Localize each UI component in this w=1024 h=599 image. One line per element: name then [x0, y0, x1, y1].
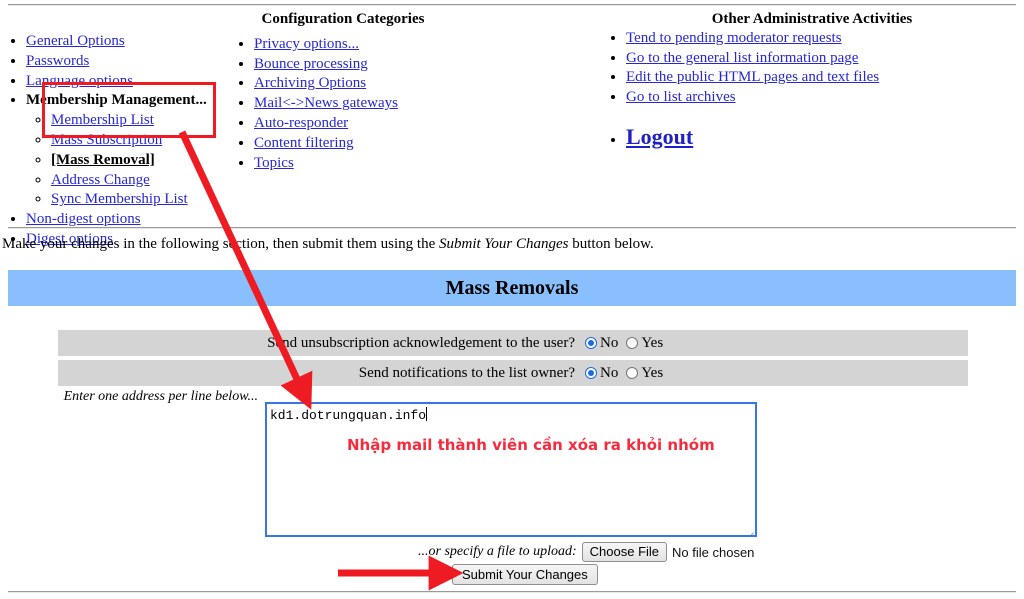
file-upload-label: ...or specify a file to upload:: [418, 544, 577, 559]
link-content-filtering[interactable]: Content filtering: [254, 135, 354, 151]
label-membership-management: Membership Management...: [26, 92, 207, 109]
link-membership-list[interactable]: Membership List: [51, 112, 154, 128]
address-entry-label: Enter one address per line below...: [63, 389, 258, 404]
nav-item-content-filtering[interactable]: Content filtering: [254, 134, 458, 154]
nav-item-passwords[interactable]: Passwords: [26, 52, 230, 72]
configuration-categories-list: Privacy options... Bounce processing Arc…: [228, 35, 458, 174]
option-choices-owner-notification: No Yes: [581, 365, 968, 382]
link-edit-html-pages[interactable]: Edit the public HTML pages and text file…: [626, 69, 879, 85]
submit-your-changes-button[interactable]: Submit Your Changes: [452, 564, 598, 585]
radio-icon-unselected[interactable]: [626, 337, 639, 349]
link-sync-membership-list[interactable]: Sync Membership List: [51, 191, 188, 207]
nav-item-auto-responder[interactable]: Auto-responder: [254, 114, 458, 134]
radio-owner-notification-yes[interactable]: Yes: [626, 365, 663, 382]
other-activities-column: Other Administrative Activities Tend to …: [600, 10, 1024, 151]
top-divider: [8, 4, 1016, 6]
file-upload-row: ...or specify a file to upload: Choose F…: [418, 542, 754, 562]
choose-file-button[interactable]: Choose File: [581, 542, 668, 562]
option-label-unsubscription-ack: Send unsubscription acknowledgement to t…: [267, 334, 575, 351]
radio-owner-notification-no[interactable]: No: [585, 365, 618, 382]
page-title-banner: Mass Removals: [8, 270, 1016, 306]
nav-item-list-information[interactable]: Go to the general list information page: [626, 49, 1024, 69]
link-privacy-options[interactable]: Privacy options...: [254, 36, 359, 52]
nav-item-non-digest-options[interactable]: Non-digest options: [26, 210, 230, 230]
instruction-before: Make your changes in the following secti…: [2, 236, 440, 252]
text-caret: [426, 407, 428, 421]
instruction-after: button below.: [568, 236, 654, 252]
address-textarea[interactable]: kd1.dotrungquan.info Nhập mail thành viê…: [265, 402, 757, 537]
link-moderator-requests[interactable]: Tend to pending moderator requests: [626, 30, 842, 46]
instruction-emphasis: Submit Your Changes: [439, 236, 569, 252]
admin-navigation: General Options Passwords Language optio…: [0, 10, 1024, 247]
link-archiving-options[interactable]: Archiving Options: [254, 75, 366, 91]
nav-item-membership-management: Membership Management... Membership List…: [26, 91, 230, 210]
nav-subitem-membership-list[interactable]: Membership List: [51, 111, 230, 131]
nav-item-mail-news-gateways[interactable]: Mail<->News gateways: [254, 94, 458, 114]
no-file-chosen-text: No file chosen: [672, 544, 755, 560]
bottom-divider: [8, 591, 1016, 593]
link-bounce-processing[interactable]: Bounce processing: [254, 56, 368, 72]
radio-icon-selected[interactable]: [585, 337, 597, 349]
radio-label-yes: Yes: [641, 364, 664, 381]
general-options-column: General Options Passwords Language optio…: [0, 32, 230, 250]
radio-label-yes: Yes: [641, 334, 664, 351]
link-auto-responder[interactable]: Auto-responder: [254, 115, 348, 131]
nav-subitem-mass-subscription[interactable]: Mass Subscription: [51, 131, 230, 151]
annotation-note-text: Nhập mail thành viên cần xóa ra khỏi nhó…: [347, 436, 715, 454]
radio-icon-selected[interactable]: [585, 367, 597, 379]
nav-subitem-mass-removal: [Mass Removal]: [51, 151, 230, 171]
radio-icon-unselected[interactable]: [626, 367, 639, 379]
other-activities-list: Tend to pending moderator requests Go to…: [600, 29, 1024, 151]
nav-item-topics[interactable]: Topics: [254, 154, 458, 174]
nav-item-logout[interactable]: Logout: [626, 122, 1024, 151]
membership-management-sublist: Membership List Mass Subscription [Mass …: [26, 111, 230, 210]
address-textarea-value: kd1.dotrungquan.info: [270, 408, 427, 423]
link-passwords[interactable]: Passwords: [26, 53, 89, 69]
option-label-owner-notification: Send notifications to the list owner?: [358, 364, 575, 381]
nav-item-language-options[interactable]: Language options: [26, 72, 230, 92]
link-logout[interactable]: Logout: [626, 124, 693, 149]
link-topics[interactable]: Topics: [254, 155, 294, 171]
radio-label-no: No: [600, 334, 619, 351]
option-choices-unsubscription-ack: No Yes: [581, 335, 968, 352]
nav-item-list-archives[interactable]: Go to list archives: [626, 88, 1024, 108]
nav-subitem-sync-membership-list[interactable]: Sync Membership List: [51, 190, 230, 210]
nav-subitem-address-change[interactable]: Address Change: [51, 171, 230, 191]
nav-item-general-options[interactable]: General Options: [26, 32, 230, 52]
link-address-change[interactable]: Address Change: [51, 172, 150, 188]
link-list-archives[interactable]: Go to list archives: [626, 89, 736, 105]
other-activities-heading: Other Administrative Activities: [711, 11, 913, 27]
link-mail-news-gateways[interactable]: Mail<->News gateways: [254, 95, 398, 111]
nav-item-moderator-requests[interactable]: Tend to pending moderator requests: [626, 29, 1024, 49]
link-language-options[interactable]: Language options: [26, 73, 133, 89]
radio-unsubscription-ack-no[interactable]: No: [585, 335, 618, 352]
label-mass-removal-current: [Mass Removal]: [51, 151, 155, 168]
link-non-digest-options[interactable]: Non-digest options: [26, 211, 141, 227]
option-row-owner-notification: Send notifications to the list owner? No…: [58, 360, 968, 386]
nav-item-privacy-options[interactable]: Privacy options...: [254, 35, 458, 55]
link-mass-subscription[interactable]: Mass Subscription: [51, 132, 162, 148]
radio-label-no: No: [600, 364, 619, 381]
configuration-categories-heading: Configuration Categories: [261, 11, 425, 27]
link-list-information[interactable]: Go to the general list information page: [626, 50, 858, 66]
address-textarea-value-wrap: kd1.dotrungquan.info: [270, 407, 428, 423]
radio-unsubscription-ack-yes[interactable]: Yes: [626, 335, 663, 352]
configuration-categories-column: Configuration Categories Privacy options…: [228, 10, 458, 173]
option-row-unsubscription-ack: Send unsubscription acknowledgement to t…: [58, 330, 968, 356]
general-options-list: General Options Passwords Language optio…: [0, 32, 230, 250]
resize-handle-icon[interactable]: [744, 524, 755, 535]
link-general-options[interactable]: General Options: [26, 33, 125, 49]
nav-item-edit-html-pages[interactable]: Edit the public HTML pages and text file…: [626, 68, 1024, 88]
nav-item-bounce-processing[interactable]: Bounce processing: [254, 55, 458, 75]
instruction-text: Make your changes in the following secti…: [2, 236, 654, 253]
nav-item-archiving-options[interactable]: Archiving Options: [254, 74, 458, 94]
